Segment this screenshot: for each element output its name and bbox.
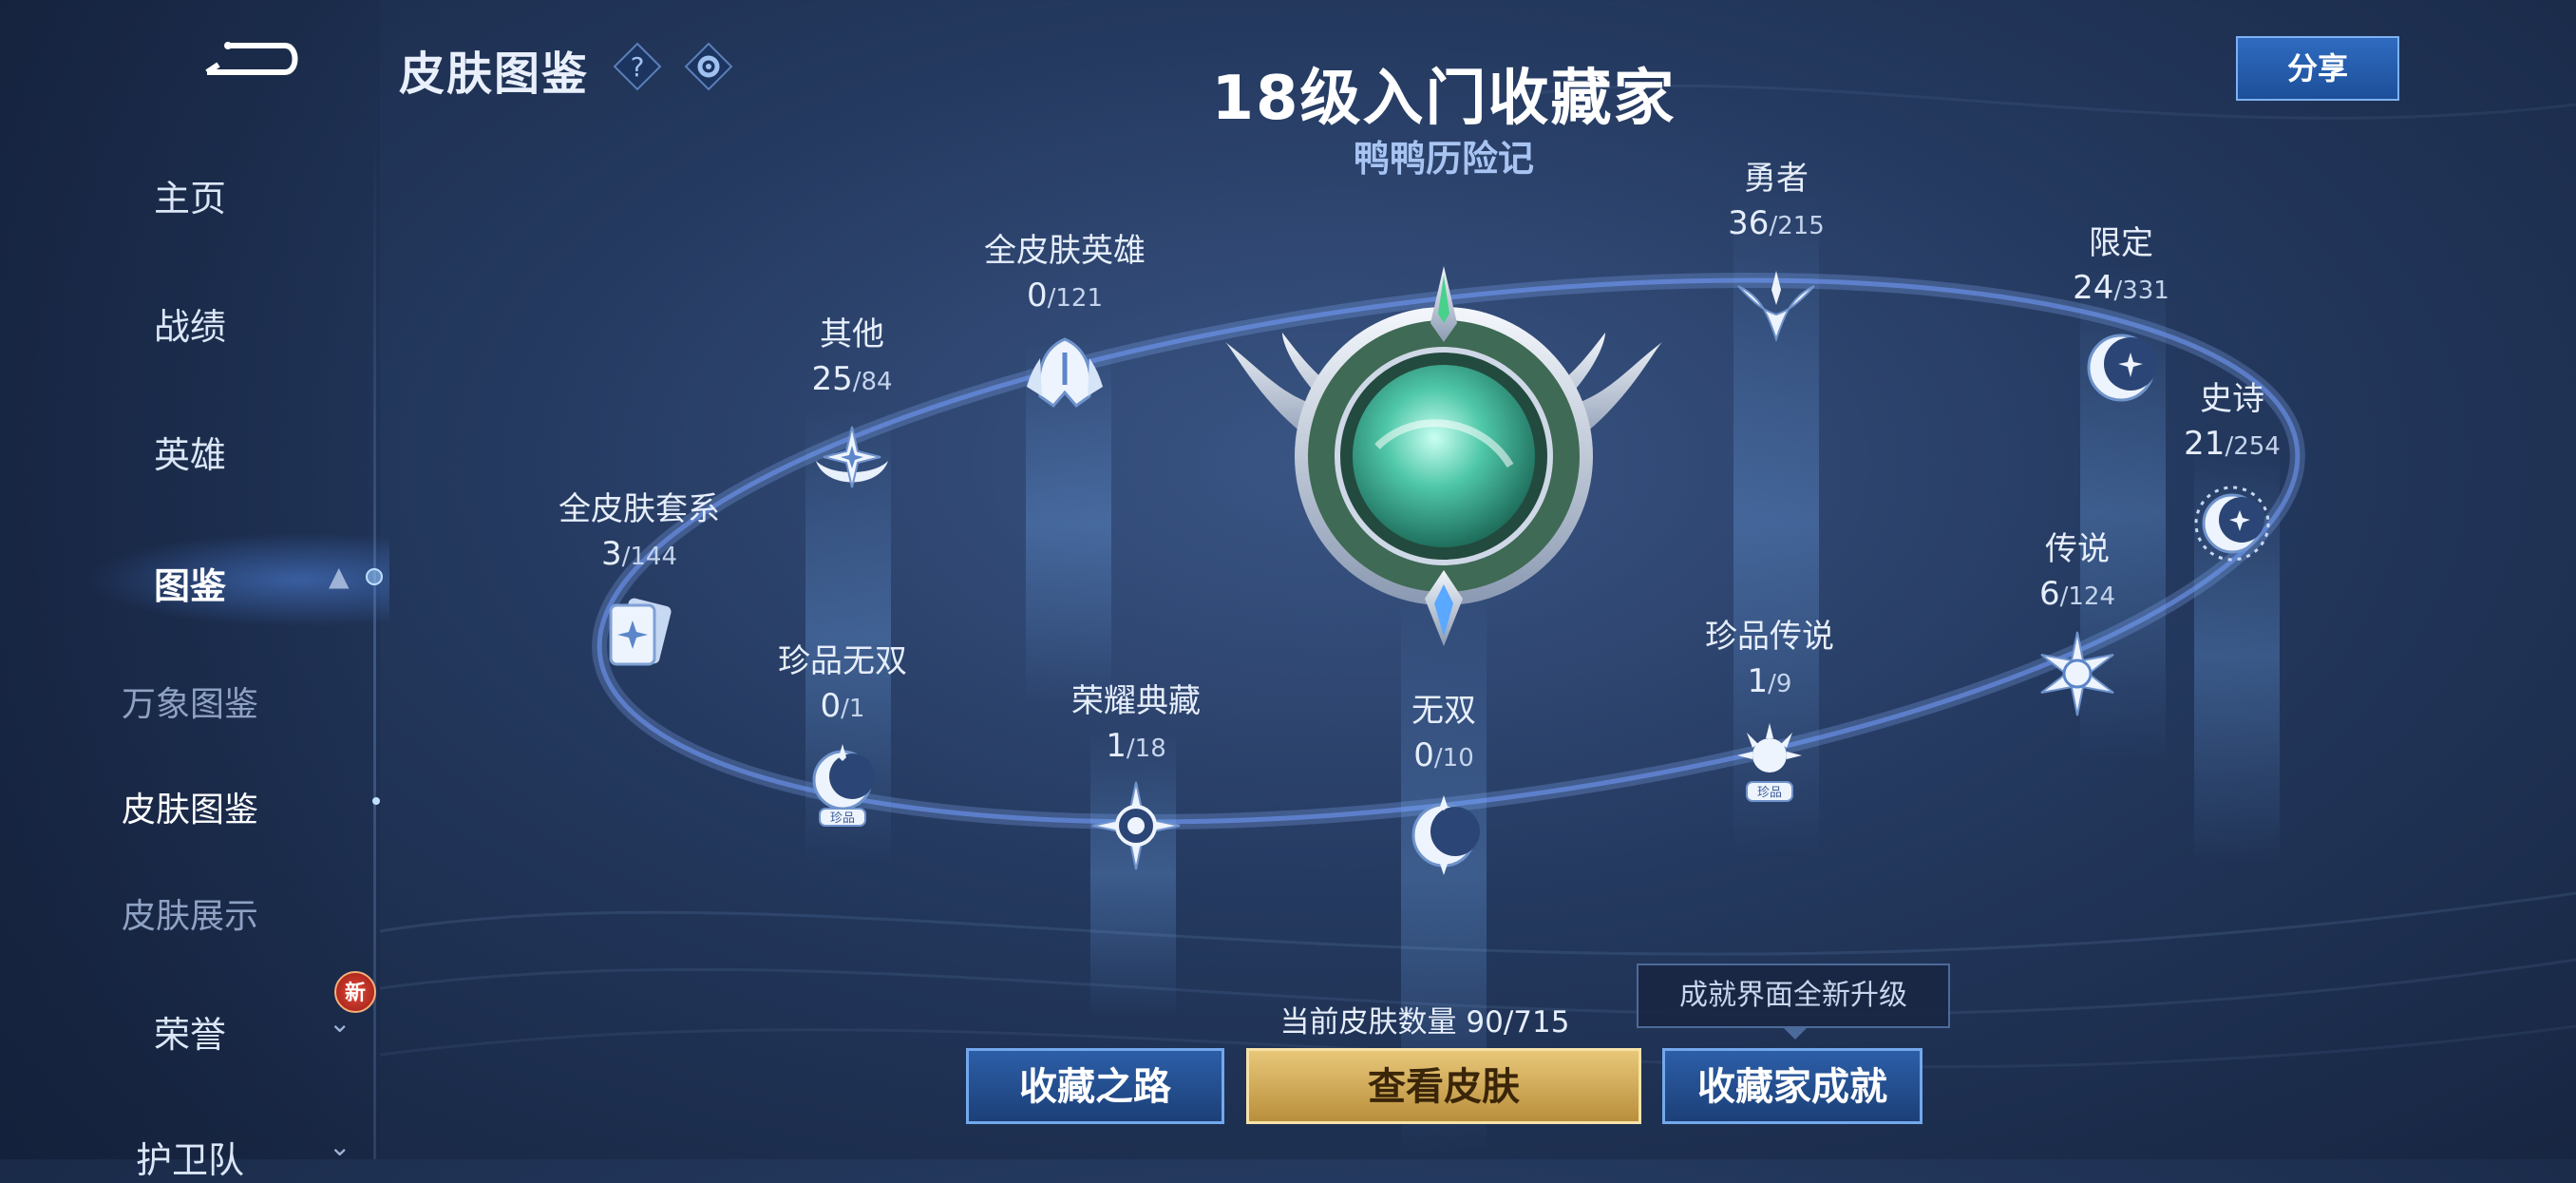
collector-emblem-icon (1225, 266, 1662, 646)
category-name: 珍品传说 (1705, 618, 1834, 656)
sidebar-item-records[interactable]: 战绩 (0, 297, 380, 350)
category-count: 0/1 (820, 687, 865, 725)
compass-star-icon (1091, 781, 1181, 870)
moon-icon (1411, 795, 1480, 875)
category-name: 全皮肤套系 (559, 490, 720, 528)
sidebar-item-guard[interactable]: 护卫队 (0, 1131, 380, 1183)
collector-achievement-button[interactable]: 收藏家成就 (1662, 1048, 1923, 1124)
tooltip-pointer (1782, 1026, 1809, 1040)
category-count: 21/254 (2184, 425, 2281, 463)
category-count: 1/18 (1106, 727, 1166, 765)
sidebar-subitem-skin-codex[interactable]: 皮肤图鉴 (0, 782, 380, 831)
collection-road-button[interactable]: 收藏之路 (966, 1048, 1224, 1124)
category-treasure-peerless[interactable]: 珍品无双 0/1 珍品 (719, 635, 966, 831)
category-name: 无双 (1411, 692, 1476, 730)
category-peerless[interactable]: 无双 0/10 (1320, 684, 1567, 881)
share-button[interactable]: 分享 (2236, 36, 2399, 101)
category-name: 全皮肤英雄 (984, 232, 1146, 270)
category-name: 其他 (820, 315, 884, 353)
category-count: 6/124 (2038, 575, 2116, 613)
svg-text:珍品: 珍品 (830, 811, 855, 826)
svg-text:珍品: 珍品 (1757, 786, 1782, 800)
cards-icon (609, 598, 672, 666)
category-count: 3/144 (600, 535, 678, 573)
sunburst-icon (2040, 631, 2114, 716)
selected-dot (372, 797, 380, 805)
category-all-skin-heroes[interactable]: 全皮肤英雄 0/121 (941, 224, 1188, 421)
sidebar-subitem-universe-codex[interactable]: 万象图鉴 (0, 677, 380, 726)
sun-treasure-icon: 珍品 (1737, 723, 1802, 802)
category-name: 限定 (2089, 224, 2153, 262)
svg-text:?: ? (631, 51, 645, 83)
view-skins-button[interactable]: 查看皮肤 (1246, 1048, 1641, 1124)
winged-star-icon (1737, 271, 1815, 343)
chevron-up-icon: ▲ (329, 561, 350, 592)
category-name: 珍品无双 (778, 642, 907, 680)
category-count: 25/84 (811, 360, 893, 398)
page-title: 皮肤图鉴 (399, 48, 590, 101)
star-emblem-icon (816, 426, 888, 488)
crescent-ring-icon (2194, 486, 2270, 562)
active-indicator-dot (366, 568, 383, 585)
sidebar-item-home[interactable]: 主页 (0, 169, 380, 221)
category-treasure-legend[interactable]: 珍品传说 1/9 珍品 (1646, 610, 1893, 807)
helmet-icon (1027, 337, 1103, 409)
skin-count-label: 当前皮肤数量 90/715 (1279, 1005, 1570, 1040)
category-count: 0/121 (1026, 277, 1104, 315)
chevron-down-icon: ⌄ (329, 1131, 351, 1162)
category-count: 1/9 (1747, 662, 1792, 700)
sidebar-item-heroes[interactable]: 英雄 (0, 426, 380, 478)
sidebar-item-honor[interactable]: 荣誉 (0, 1005, 380, 1058)
category-name: 史诗 (2200, 380, 2264, 418)
help-icon[interactable]: ? (613, 42, 662, 91)
back-arrow-icon[interactable] (190, 29, 304, 86)
category-other[interactable]: 其他 25/84 (729, 308, 975, 505)
category-count: 24/331 (2073, 269, 2169, 307)
category-name: 勇者 (1744, 160, 1809, 198)
category-brave[interactable]: 勇者 36/215 (1653, 152, 1900, 349)
sidebar-subitem-skin-showcase[interactable]: 皮肤展示 (0, 888, 380, 938)
collector-title: 18级入门收藏家 (1211, 64, 1676, 134)
moon-treasure-icon: 珍品 (812, 744, 875, 827)
category-name: 荣耀典藏 (1071, 682, 1201, 720)
sidebar-item-codex[interactable]: 图鉴 (0, 557, 380, 609)
chevron-down-icon: ⌄ (329, 1007, 351, 1039)
upgrade-tooltip: 成就界面全新升级 (1637, 964, 1950, 1028)
category-count: 0/10 (1413, 736, 1474, 774)
category-glory-collection[interactable]: 荣耀典藏 1/18 (1013, 675, 1260, 871)
category-count: 36/215 (1728, 204, 1825, 242)
category-epic[interactable]: 史诗 21/254 (2109, 372, 2356, 569)
gear-icon[interactable] (684, 42, 733, 91)
